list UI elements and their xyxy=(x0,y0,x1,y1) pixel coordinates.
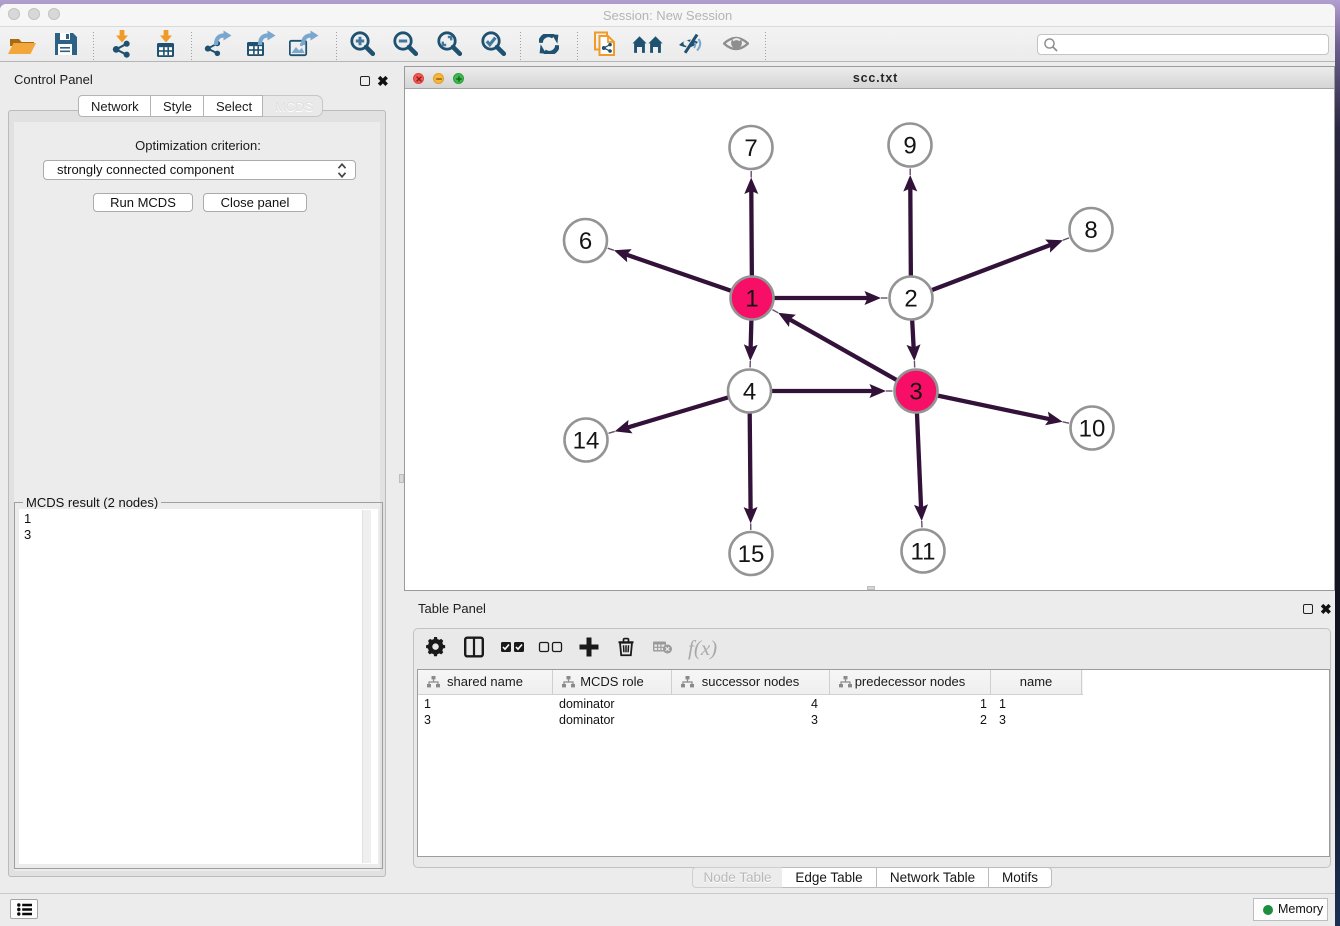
svg-text:6: 6 xyxy=(579,228,592,255)
svg-text:9: 9 xyxy=(903,133,916,160)
svg-text:8: 8 xyxy=(1084,217,1097,244)
svg-text:1: 1 xyxy=(745,286,758,313)
svg-text:3: 3 xyxy=(909,379,922,406)
svg-text:14: 14 xyxy=(573,428,600,455)
svg-text:15: 15 xyxy=(738,541,765,568)
svg-text:2: 2 xyxy=(904,286,917,313)
svg-text:4: 4 xyxy=(743,379,756,406)
svg-text:10: 10 xyxy=(1079,416,1106,443)
svg-text:7: 7 xyxy=(744,135,757,162)
svg-text:11: 11 xyxy=(911,539,936,566)
